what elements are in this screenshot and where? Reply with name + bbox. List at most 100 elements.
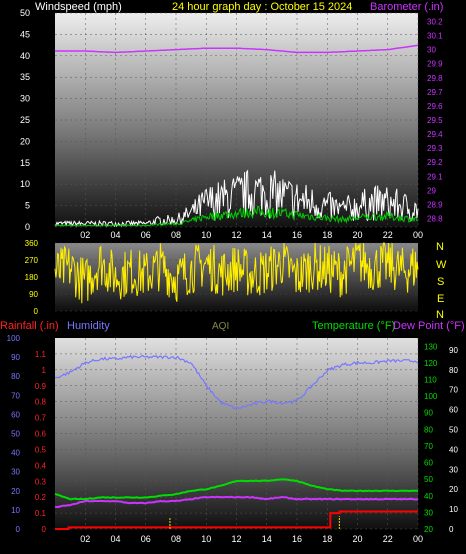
direction-y-tick-label: 90 (29, 290, 38, 299)
temperature-y-tick-label: 70 (424, 442, 433, 451)
wind-x-tick-label: 20 (352, 230, 362, 240)
humidity-y-tick-label: 30 (11, 468, 20, 477)
windspeed-axis-title: Windspeed (mph) (35, 1, 122, 13)
barometer-axis-title: Barometer (.in) (370, 1, 443, 13)
dewpoint-y-tick-label: 90 (449, 346, 458, 355)
direction-y-tick-label: 0 (34, 307, 39, 316)
humidity-y-tick-label: 80 (11, 372, 20, 381)
temperature-y-tick-label: 30 (424, 508, 433, 517)
temperature-y-tick-label: 120 (424, 359, 438, 368)
weather-x-tick-label: 22 (383, 534, 393, 544)
wind-x-tick-label: 22 (383, 230, 393, 240)
wind-x-tick-label: 18 (322, 230, 332, 240)
weather-x-tick-label: 08 (171, 534, 181, 544)
dewpoint-y-tick-label: 0 (449, 525, 454, 534)
rainfall-y-tick-label: 0.8 (35, 398, 47, 407)
direction-y-tick-label: 270 (25, 256, 39, 265)
humidity-y-tick-label: 50 (11, 430, 20, 439)
wind-y-tick-label: 15 (20, 158, 30, 168)
weather-x-tick-label: 04 (110, 534, 120, 544)
weather-graph-window: 0 5 10 15 20 25 30 35 40 45 50 28.8 28.9 29 29.1 29.2 29… (0, 0, 466, 554)
wind-y-tick-label: 10 (20, 179, 30, 189)
compass-label-east: E (437, 293, 444, 305)
dewpoint-y-tick-label: 20 (449, 485, 458, 494)
humidity-y-tick-label: 90 (11, 353, 20, 362)
temperature-y-tick-label: 100 (424, 392, 438, 401)
humidity-y-tick-label: 10 (11, 506, 20, 515)
barometer-y-tick-label: 29.5 (427, 116, 443, 125)
rainfall-y-tick-label: 1 (42, 366, 47, 375)
rainfall-y-tick-label: 0.3 (35, 477, 47, 486)
rainfall-y-tick-label: 0.6 (35, 430, 47, 439)
rainfall-y-tick-label: 0.9 (35, 382, 47, 391)
weather-x-tick-label: 14 (262, 534, 272, 544)
humidity-y-tick-label: 0 (16, 525, 21, 534)
temperature-y-tick-label: 20 (424, 525, 433, 534)
barometer-y-tick-label: 29.6 (427, 102, 443, 111)
wind-x-tick-label: 04 (110, 230, 120, 240)
aqi-axis-title: AQI (212, 321, 229, 332)
humidity-y-tick-label: 70 (11, 391, 20, 400)
dewpoint-y-tick-label: 70 (449, 386, 458, 395)
wind-y-tick-label: 5 (25, 201, 30, 211)
weather-x-tick-label: 06 (141, 534, 151, 544)
compass-label-south: S (437, 276, 444, 288)
rainfall-y-tick-label: 0.1 (35, 509, 47, 518)
barometer-y-tick-label: 29.2 (427, 158, 443, 167)
dewpoint-y-tick-label: 60 (449, 406, 458, 415)
wind-y-tick-label: 0 (25, 222, 30, 232)
barometer-y-tick-label: 29.9 (427, 60, 443, 69)
humidity-y-tick-label: 60 (11, 410, 20, 419)
wind-x-tick-label: 00 (413, 230, 423, 240)
weather-24h-chart: 0510152025303540455028.828.92929.129.229… (0, 1, 465, 544)
weather-x-tick-label: 18 (322, 534, 332, 544)
barometer-y-tick-label: 29.8 (427, 74, 443, 83)
dewpoint-y-tick-label: 30 (449, 465, 458, 474)
wind-y-tick-label: 30 (20, 94, 30, 104)
wind-y-tick-label: 35 (20, 72, 30, 82)
dewpoint-y-tick-label: 10 (449, 505, 458, 514)
dewpoint-axis-title: Dew Point (°F) (393, 320, 465, 332)
barometer-y-tick-label: 30 (427, 46, 436, 55)
temperature-y-tick-label: 60 (424, 459, 433, 468)
wind-x-tick-label: 10 (201, 230, 211, 240)
temperature-y-tick-label: 50 (424, 475, 433, 484)
rainfall-y-tick-label: 0.7 (35, 414, 47, 423)
rainfall-y-tick-label: 0.2 (35, 493, 47, 502)
weather-x-tick-label: 10 (201, 534, 211, 544)
temperature-axis-title: Temperature (°F) (312, 320, 395, 332)
dewpoint-y-tick-label: 40 (449, 445, 458, 454)
rainfall-axis-title: Rainfall (.in) (0, 320, 59, 332)
chart-title: 24 hour graph day : October 15 2024 (172, 1, 352, 13)
humidity-axis-title: Humidity (67, 320, 110, 332)
wind-y-tick-label: 20 (20, 136, 30, 146)
barometer-y-tick-label: 29.1 (427, 172, 443, 181)
weather-x-tick-label: 20 (352, 534, 362, 544)
weather-x-tick-label: 16 (292, 534, 302, 544)
barometer-y-tick-label: 29 (427, 186, 436, 195)
humidity-y-tick-label: 100 (7, 334, 21, 343)
barometer-y-tick-label: 29.3 (427, 144, 443, 153)
barometer-y-tick-label: 28.8 (427, 215, 443, 224)
compass-label-north-top: N (436, 241, 444, 253)
temperature-y-tick-label: 80 (424, 425, 433, 434)
wind-x-tick-label: 14 (262, 230, 272, 240)
barometer-y-tick-label: 30.2 (427, 17, 443, 26)
wind-x-tick-label: 02 (80, 230, 90, 240)
wind-y-tick-label: 25 (20, 115, 30, 125)
weather-x-tick-label: 02 (80, 534, 90, 544)
wind-x-tick-label: 06 (141, 230, 151, 240)
temperature-y-tick-label: 110 (424, 376, 437, 385)
wind-y-tick-label: 50 (20, 8, 30, 18)
compass-label-west: W (436, 259, 447, 271)
weather-x-tick-label: 12 (231, 534, 241, 544)
barometer-y-tick-label: 28.9 (427, 200, 443, 209)
rainfall-y-tick-label: 0 (42, 525, 47, 534)
wind-y-tick-label: 40 (20, 51, 30, 61)
wind-x-tick-label: 12 (231, 230, 241, 240)
temperature-y-tick-label: 40 (424, 492, 433, 501)
humidity-y-tick-label: 20 (11, 487, 20, 496)
weather-x-tick-label: 00 (413, 534, 423, 544)
direction-y-tick-label: 360 (25, 239, 39, 248)
rainfall-y-tick-label: 1.1 (35, 350, 47, 359)
